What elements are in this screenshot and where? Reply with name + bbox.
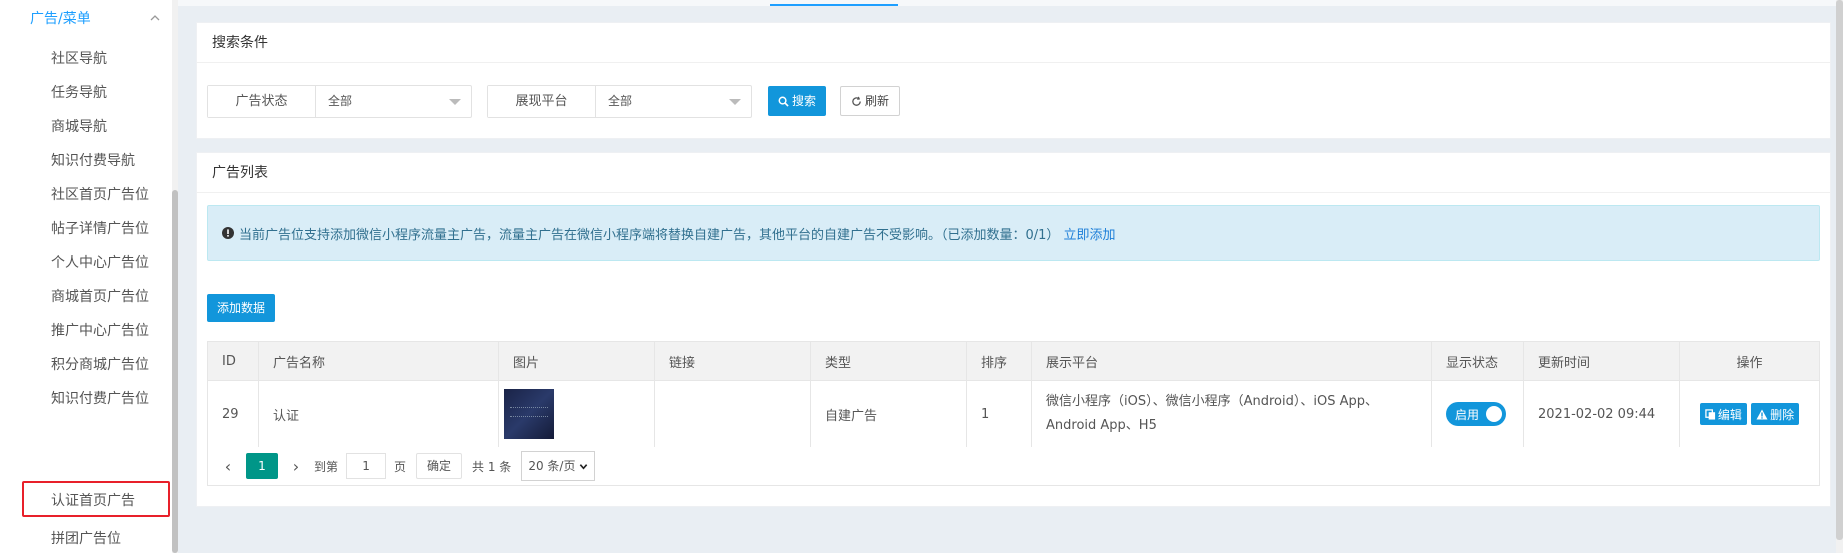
add-now-link[interactable]: 立即添加	[1063, 224, 1115, 243]
search-card-title: 搜索条件	[197, 23, 1830, 63]
cell-actions: 编辑 删除	[1679, 380, 1820, 448]
chevron-up-icon	[150, 15, 160, 21]
col-name: 广告名称	[258, 341, 499, 381]
add-data-button[interactable]: 添加数据	[207, 294, 276, 322]
next-page-icon[interactable]: ›	[286, 457, 306, 476]
active-tab-indicator	[770, 4, 898, 6]
cell-link	[654, 380, 811, 448]
notice-text: 当前广告位支持添加微信小程序流量主广告，流量主广告在微信小程序端将替换自建广告，…	[239, 227, 1060, 243]
cell-image	[498, 380, 655, 448]
cell-platform: 微信小程序（iOS）、微信小程序（Android）、iOS App、 Andro…	[1031, 380, 1432, 448]
chevron-down-icon	[580, 463, 588, 470]
top-tab-strip	[178, 0, 1843, 6]
filter-platform-label: 展现平台	[488, 86, 596, 117]
cell-type: 自建广告	[810, 380, 967, 448]
caret-down-icon	[449, 99, 461, 105]
exclamation-circle-icon	[222, 227, 234, 239]
page-unit-label: 页	[394, 459, 407, 474]
search-button[interactable]: 搜索	[768, 86, 827, 116]
col-id: ID	[207, 341, 259, 381]
sidebar: 广告/菜单 社区导航 任务导航 商城导航 知识付费导航 社区首页广告位 帖子详情…	[0, 0, 178, 553]
page-scrollbar[interactable]	[1836, 0, 1843, 553]
cell-updated: 2021-02-02 09:44	[1523, 380, 1680, 448]
sidebar-item-group-buy-ad[interactable]: 拼团广告位	[0, 518, 170, 553]
col-type: 类型	[810, 341, 967, 381]
filter-platform: 展现平台 全部	[487, 85, 752, 118]
col-updated: 更新时间	[1523, 341, 1680, 381]
col-platform: 展示平台	[1031, 341, 1432, 381]
refresh-icon	[852, 96, 861, 106]
col-link: 链接	[654, 341, 811, 381]
page-number-current[interactable]: 1	[246, 453, 278, 479]
toggle-knob	[1486, 406, 1502, 422]
pagination: ‹ 1 › 到第 1 页 确定 共 1 条 20 条/页	[207, 447, 1820, 486]
warning-icon	[1756, 409, 1768, 419]
sidebar-scrollbar-thumb[interactable]	[172, 190, 178, 553]
ad-table: ID 广告名称 图片 链接 类型 排序 展示平台 显示状态 更新时间 操作 29…	[207, 341, 1820, 448]
page-size-select[interactable]: 20 条/页	[521, 451, 596, 481]
cell-status: 启用	[1431, 380, 1524, 448]
search-icon	[778, 96, 789, 107]
delete-button[interactable]: 删除	[1751, 403, 1800, 425]
copy-icon	[1705, 408, 1715, 420]
prev-page-icon[interactable]: ‹	[218, 457, 238, 476]
ad-status-select[interactable]: 全部	[316, 86, 471, 117]
total-count: 共 1 条	[472, 459, 512, 474]
notice-banner: 当前广告位支持添加微信小程序流量主广告，流量主广告在微信小程序端将替换自建广告，…	[207, 205, 1820, 261]
goto-confirm-button[interactable]: 确定	[416, 453, 463, 479]
sidebar-item-knowledge-ad[interactable]: 知识付费广告位	[0, 378, 170, 418]
sidebar-group-title: 广告/菜单	[30, 11, 91, 27]
filter-ad-status: 广告状态 全部	[207, 85, 472, 118]
sidebar-group-ads-menu[interactable]: 广告/菜单	[0, 0, 170, 36]
page-scrollbar-thumb[interactable]	[1836, 0, 1843, 540]
goto-page-input[interactable]: 1	[346, 453, 387, 479]
refresh-button[interactable]: 刷新	[840, 86, 901, 116]
col-sort: 排序	[966, 341, 1032, 381]
list-card-title: 广告列表	[197, 153, 1830, 193]
ad-thumbnail-image[interactable]	[504, 389, 554, 439]
col-actions: 操作	[1679, 341, 1820, 381]
status-toggle[interactable]: 启用	[1446, 402, 1506, 426]
sidebar-item-certification-home-ad[interactable]: 认证首页广告	[0, 480, 170, 520]
search-conditions-card: 搜索条件 广告状态 全部 展现平台 全部 搜索 刷新	[196, 22, 1831, 139]
cell-id: 29	[207, 380, 259, 448]
ad-list-card: 广告列表 当前广告位支持添加微信小程序流量主广告，流量主广告在微信小程序端将替换…	[196, 152, 1831, 507]
col-status: 显示状态	[1431, 341, 1524, 381]
cell-sort: 1	[966, 380, 1032, 448]
cell-name: 认证	[258, 380, 499, 448]
platform-select[interactable]: 全部	[596, 86, 751, 117]
goto-label: 到第	[314, 459, 339, 474]
caret-down-icon	[729, 99, 741, 105]
filter-ad-status-label: 广告状态	[208, 86, 316, 117]
edit-button[interactable]: 编辑	[1699, 403, 1747, 425]
col-image: 图片	[498, 341, 655, 381]
table-header-row: ID 广告名称 图片 链接 类型 排序 展示平台 显示状态 更新时间 操作	[207, 341, 1820, 381]
sidebar-scrollbar[interactable]	[172, 0, 178, 553]
table-row: 29 认证 自建广告 1 微信小程序（iOS）、微信小程序（Android）、i…	[207, 380, 1820, 448]
